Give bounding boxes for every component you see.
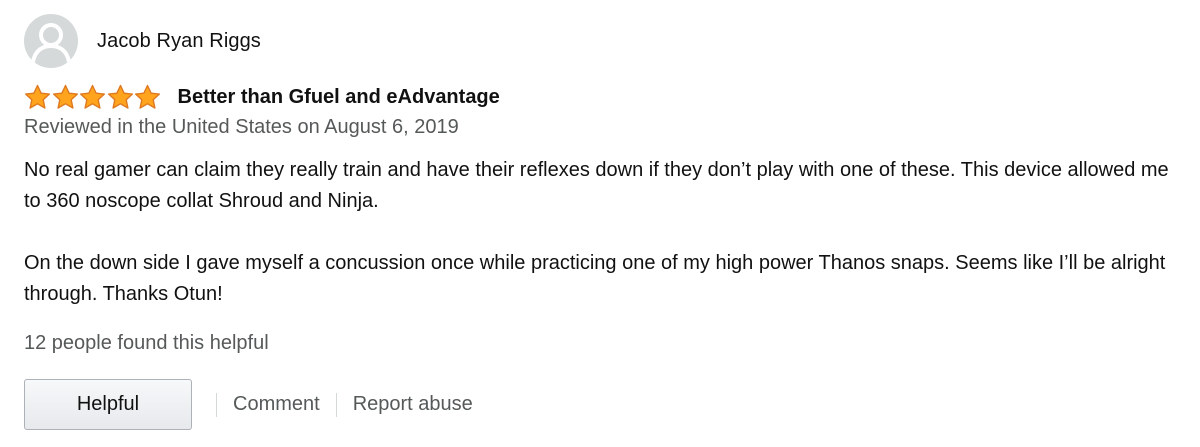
star-icon xyxy=(135,84,160,109)
user-silhouette-icon xyxy=(31,23,71,63)
star-icon xyxy=(80,84,105,109)
reviewer-name[interactable]: Jacob Ryan Riggs xyxy=(97,30,261,53)
star-rating[interactable] xyxy=(24,84,162,110)
review-actions: Helpful Comment Report abuse xyxy=(24,379,489,430)
star-icon xyxy=(107,84,133,109)
star-icon xyxy=(52,84,78,109)
review-title[interactable]: Better than Gfuel and eAdvantage xyxy=(178,86,500,109)
customer-review: Jacob Ryan Riggs Better than Gfuel and e… xyxy=(0,0,1200,447)
review-date: Reviewed in the United States on August … xyxy=(24,116,459,138)
helpful-button[interactable]: Helpful xyxy=(24,379,192,430)
review-paragraph: No real gamer can claim they really trai… xyxy=(24,159,1169,212)
helpful-count: 12 people found this helpful xyxy=(24,332,269,354)
star-icon xyxy=(25,84,50,109)
comment-link[interactable]: Comment xyxy=(217,393,336,416)
report-abuse-link[interactable]: Report abuse xyxy=(337,393,489,416)
review-body: No real gamer can claim they really trai… xyxy=(24,155,1184,341)
reviewer-profile[interactable]: Jacob Ryan Riggs xyxy=(24,14,261,68)
avatar[interactable] xyxy=(24,14,78,68)
rating-row: Better than Gfuel and eAdvantage xyxy=(24,84,500,110)
review-paragraph: On the down side I gave myself a concuss… xyxy=(24,252,1166,305)
